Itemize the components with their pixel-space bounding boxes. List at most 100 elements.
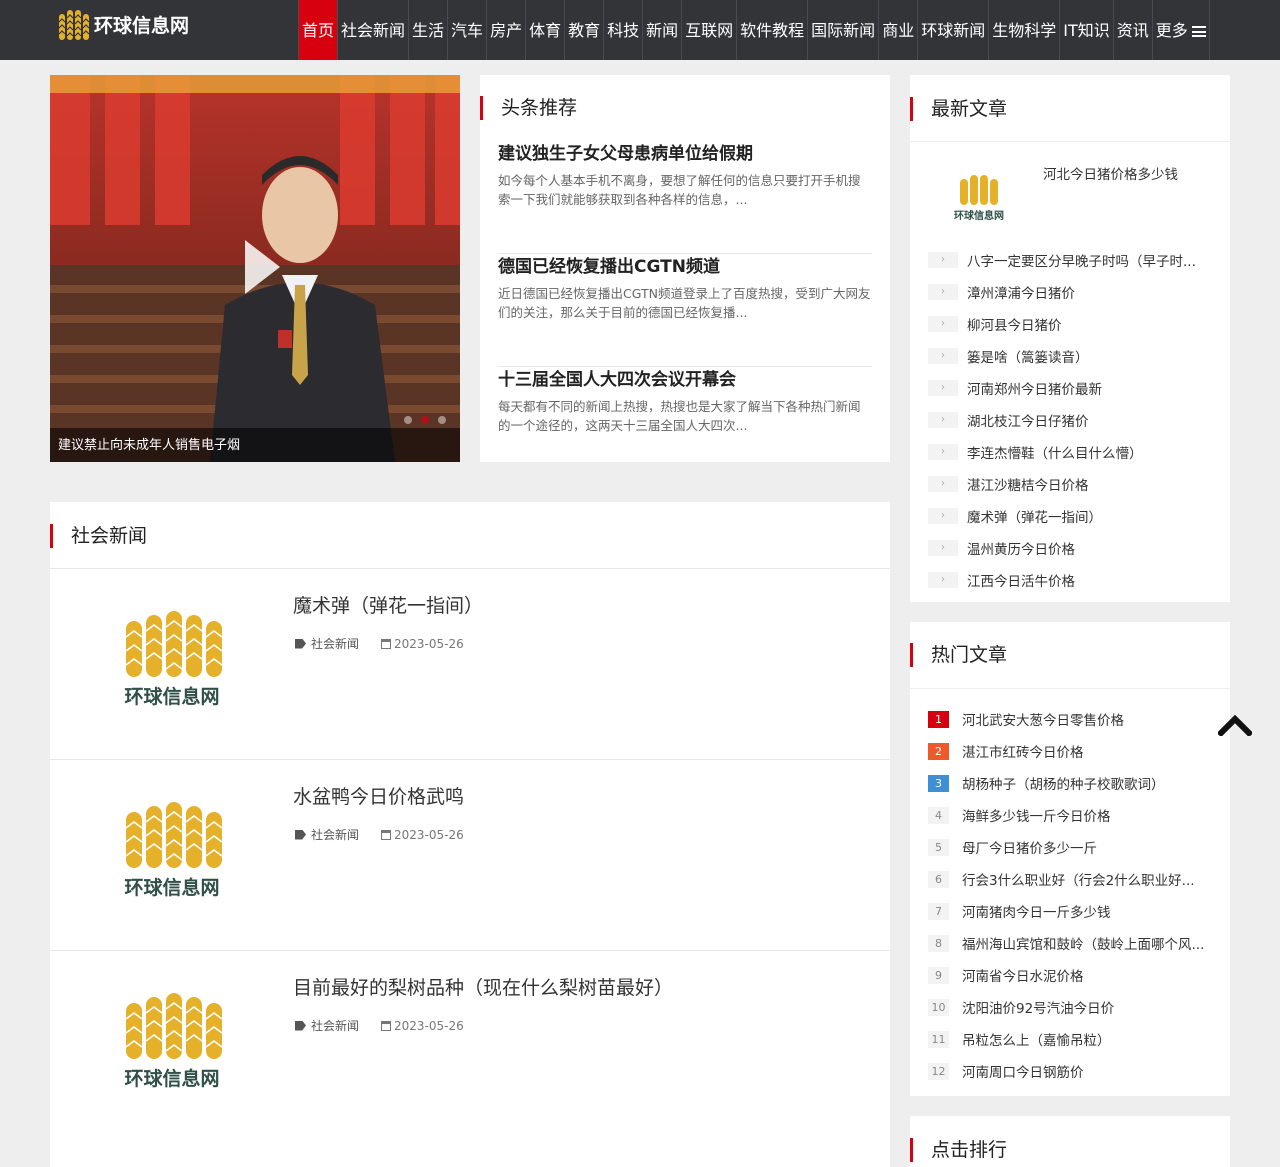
article-item: 环球信息网 水盆鸭今日价格武鸣 社会新闻 2023-05-26 (50, 759, 890, 950)
latest-list-item[interactable]: › 漳州漳浦今日猪价 (928, 276, 1218, 308)
latest-item-label: 湖北枝江今日仔猪价 (967, 414, 1089, 430)
nav-item[interactable]: 首页 (298, 0, 339, 60)
site-logo[interactable]: 环球信息网 (56, 4, 189, 44)
latest-list-item[interactable]: › 温州黄历今日价格 (928, 532, 1218, 564)
nav-item[interactable]: 社会新闻 (338, 0, 410, 60)
nav-item[interactable]: 科技 (604, 0, 644, 60)
slider-dot[interactable] (404, 416, 412, 424)
logo-wordmark: 环球信息网 (954, 209, 1004, 222)
divider (910, 688, 1230, 689)
rank-badge: 10 (928, 998, 949, 1016)
article-thumbnail[interactable]: 环球信息网 (106, 798, 236, 906)
latest-item-label: 温州黄历今日价格 (967, 542, 1075, 558)
nav-item[interactable]: 商业 (879, 0, 919, 60)
chevron-right-icon: › (928, 348, 958, 364)
slider-caption[interactable]: 建议禁止向未成年人销售电子烟 (58, 434, 240, 453)
article-category[interactable]: 社会新闻 (311, 1017, 359, 1034)
hot-item-label: 行会3什么职业好（行会2什么职业好... (962, 873, 1195, 889)
social-news-panel: 社会新闻 环球信息网 魔术弹（弹花一指间） 社会新闻 2023-05-26 环球信息… (50, 502, 890, 1167)
hot-panel: 热门文章 1 河北武安大葱今日零售价格 2 湛江市红砖今日价格 3 胡杨种子（胡杨的种子校… (910, 622, 1230, 1096)
hot-list-item[interactable]: 3 胡杨种子（胡杨的种子校歌歌词） (928, 767, 1218, 799)
headline-item: 德国已经恢复播出CGTN频道 近日德国已经恢复播出CGTN频道登录上了百度热搜，受… (498, 254, 872, 367)
latest-item-label: 柳河县今日猪价 (967, 318, 1062, 334)
nav-item[interactable]: 资讯 (1114, 0, 1153, 60)
latest-top-thumb[interactable]: 环球信息网 (940, 167, 1020, 231)
chevron-right-icon: › (928, 316, 958, 332)
hot-list-item[interactable]: 1 河北武安大葱今日零售价格 (928, 703, 1218, 735)
nav-item[interactable]: 体育 (526, 0, 566, 60)
wheat-logo-icon: 环球信息网 (124, 802, 223, 899)
site-name: 环球信息网 (94, 14, 190, 37)
chevron-up-icon (1216, 714, 1254, 738)
latest-list-item[interactable]: › 江西今日活牛价格 (928, 564, 1218, 596)
hot-list-item[interactable]: 12 河南周口今日钢筋价 (928, 1055, 1218, 1087)
latest-item-label: 湛江沙糖桔今日价格 (967, 478, 1089, 494)
article-title[interactable]: 水盆鸭今日价格武鸣 (293, 782, 464, 809)
hot-list-item[interactable]: 7 河南猪肉今日一斤多少钱 (928, 895, 1218, 927)
nav-item[interactable]: 国际新闻 (808, 0, 880, 60)
article-title[interactable]: 目前最好的梨树品种（现在什么梨树苗最好） (293, 973, 673, 1000)
back-to-top-button[interactable] (1216, 714, 1254, 740)
latest-list-item[interactable]: › 八字一定要区分早晚子时吗（早子时... (928, 244, 1218, 276)
hot-item-label: 海鲜多少钱一斤今日价格 (962, 809, 1111, 825)
article-meta: 社会新闻 2023-05-26 (295, 1017, 464, 1034)
headline-title[interactable]: 建议独生子女父母患病单位给假期 (498, 141, 872, 167)
rank-badge: 8 (928, 934, 949, 952)
wheat-logo-icon (58, 10, 90, 40)
hot-list-item[interactable]: 10 沈阳油价92号汽油今日价 (928, 991, 1218, 1023)
headline-title[interactable]: 十三届全国人大四次会议开幕会 (498, 367, 872, 393)
slider-dot[interactable] (438, 416, 446, 424)
hot-list-item[interactable]: 6 行会3什么职业好（行会2什么职业好... (928, 863, 1218, 895)
article-category[interactable]: 社会新闻 (311, 826, 359, 843)
nav-item[interactable]: 新闻 (643, 0, 683, 60)
article-title[interactable]: 魔术弹（弹花一指间） (293, 591, 483, 618)
article-category[interactable]: 社会新闻 (311, 635, 359, 652)
latest-top-title[interactable]: 河北今日猪价格多少钱 (1043, 163, 1178, 183)
nav-item[interactable]: 生活 (409, 0, 449, 60)
chevron-right-icon: › (928, 540, 958, 556)
slider-dot[interactable] (421, 416, 429, 424)
latest-list-item[interactable]: › 李连杰懵鞋（什么目什么懵） (928, 436, 1218, 468)
hot-item-label: 河南省今日水泥价格 (962, 969, 1084, 985)
hot-item-label: 河南周口今日钢筋价 (962, 1065, 1084, 1081)
nav-item[interactable]: 汽车 (448, 0, 488, 60)
nav-item[interactable]: 环球新闻 (918, 0, 990, 60)
featured-slider[interactable]: 建议禁止向未成年人销售电子烟 (50, 75, 460, 462)
rank-badge: 9 (928, 966, 949, 984)
logo-wordmark: 环球信息网 (124, 1067, 219, 1090)
divider (910, 141, 1230, 142)
tag-icon (295, 829, 306, 840)
latest-list-item[interactable]: › 河南郑州今日猪价最新 (928, 372, 1218, 404)
chevron-right-icon: › (928, 476, 958, 492)
top-navigation-bar: 环球信息网 首页 社会新闻 生活 汽车 房产 体育 教育 科技 新闻 互联网 软件教程 国际新闻 商业环… (0, 0, 1280, 60)
rank-badge: 11 (928, 1030, 949, 1048)
nav-item[interactable]: 教育 (565, 0, 605, 60)
nav-item[interactable]: 生物科学 (989, 0, 1061, 60)
hot-list-item[interactable]: 9 河南省今日水泥价格 (928, 959, 1218, 991)
nav-item[interactable]: 软件教程 (737, 0, 809, 60)
hot-list-item[interactable]: 8 福州海山宾馆和鼓岭（鼓岭上面哪个风... (928, 927, 1218, 959)
latest-list-item[interactable]: › 湛江沙糖桔今日价格 (928, 468, 1218, 500)
nav-item[interactable]: 互联网 (682, 0, 738, 60)
hot-item-label: 胡杨种子（胡杨的种子校歌歌词） (962, 777, 1165, 793)
nav-more-button[interactable]: 更多 (1153, 0, 1210, 60)
headline-title[interactable]: 德国已经恢复播出CGTN频道 (498, 254, 872, 280)
latest-list: › 八字一定要区分早晚子时吗（早子时... › 漳州漳浦今日猪价 › 柳河县今日猪价 › 篓是… (928, 244, 1218, 596)
nav-item[interactable]: IT知识 (1060, 0, 1114, 60)
rank-badge: 6 (928, 870, 949, 888)
article-meta: 社会新闻 2023-05-26 (295, 635, 464, 652)
hot-list-item[interactable]: 4 海鲜多少钱一斤今日价格 (928, 799, 1218, 831)
logo-wordmark: 环球信息网 (124, 685, 219, 708)
hot-list-item[interactable]: 5 母厂今日猪价多少一斤 (928, 831, 1218, 863)
latest-list-item[interactable]: › 湖北枝江今日仔猪价 (928, 404, 1218, 436)
calendar-icon (381, 638, 392, 649)
hot-list-item[interactable]: 2 湛江市红砖今日价格 (928, 735, 1218, 767)
hot-list-item[interactable]: 11 吊粒怎么上（嘉愉吊粒） (928, 1023, 1218, 1055)
chevron-right-icon: › (928, 252, 958, 268)
latest-list-item[interactable]: › 柳河县今日猪价 (928, 308, 1218, 340)
article-thumbnail[interactable]: 环球信息网 (106, 989, 236, 1097)
nav-item[interactable]: 房产 (487, 0, 527, 60)
latest-list-item[interactable]: › 篓是啥（篙篓读音） (928, 340, 1218, 372)
latest-list-item[interactable]: › 魔术弹（弹花一指间） (928, 500, 1218, 532)
article-thumbnail[interactable]: 环球信息网 (106, 607, 236, 715)
